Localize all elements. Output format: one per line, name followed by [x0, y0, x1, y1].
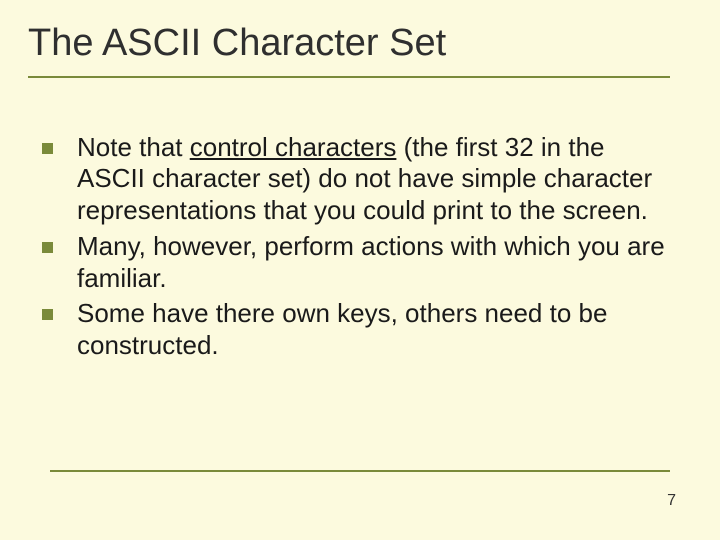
- list-item: Note that control characters (the first …: [28, 132, 670, 227]
- square-bullet-icon: [42, 143, 53, 154]
- page-number: 7: [667, 492, 676, 510]
- slide: The ASCII Character Set Note that contro…: [0, 0, 720, 540]
- bullet-text: Note that control characters (the first …: [77, 132, 670, 227]
- square-bullet-icon: [42, 242, 53, 253]
- list-item: Many, however, perform actions with whic…: [28, 231, 670, 294]
- text-run: Some have there own keys, others need to…: [77, 298, 607, 360]
- slide-body: Note that control characters (the first …: [28, 132, 670, 362]
- text-run: Note that: [77, 132, 190, 162]
- bullet-text: Some have there own keys, others need to…: [77, 298, 670, 361]
- list-item: Some have there own keys, others need to…: [28, 298, 670, 361]
- text-run: Many, however, perform actions with whic…: [77, 231, 665, 293]
- bullet-text: Many, however, perform actions with whic…: [77, 231, 670, 294]
- underlined-term: control characters: [190, 132, 397, 162]
- footer-divider: [50, 470, 670, 472]
- slide-title: The ASCII Character Set: [28, 22, 670, 78]
- square-bullet-icon: [42, 309, 53, 320]
